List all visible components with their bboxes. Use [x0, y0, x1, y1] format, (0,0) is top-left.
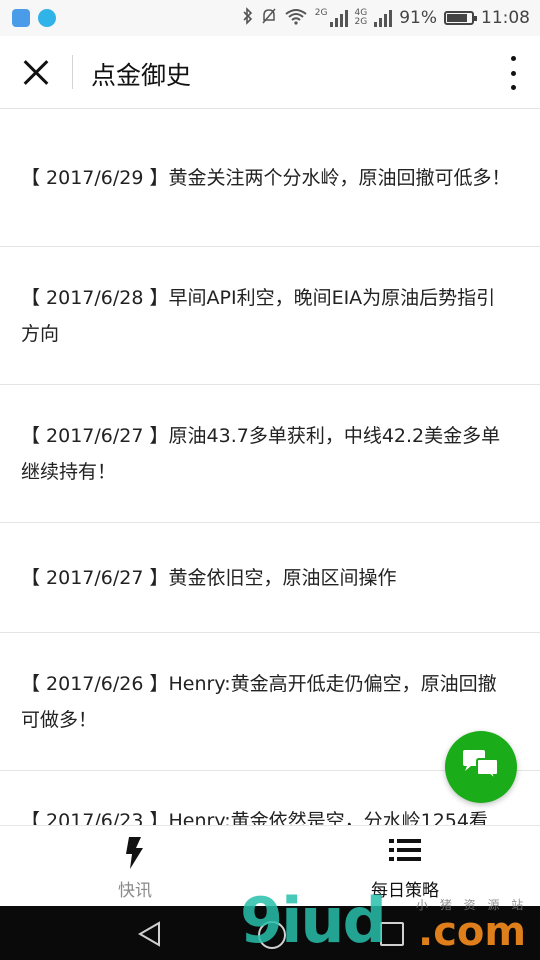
chat-bubbles-icon: [463, 750, 499, 781]
article-title: 黄金依旧空，原油区间操作: [168, 566, 397, 589]
list-item[interactable]: 【 2017/6/27 】黄金依旧空，原油区间操作: [0, 523, 540, 633]
list-item-text: 【 2017/6/29 】黄金关注两个分水岭，原油回撤可低多！: [21, 160, 511, 196]
battery-percent: 91%: [399, 8, 437, 28]
nav-home-icon[interactable]: [258, 921, 286, 949]
tab-kuaixun[interactable]: 快讯: [0, 826, 270, 907]
page-title: 点金御史: [91, 61, 192, 90]
nav-back-icon[interactable]: [137, 921, 163, 947]
wifi-icon: [284, 7, 308, 29]
article-date: 【 2017/6/29 】: [21, 166, 169, 189]
tab-label: 快讯: [118, 881, 152, 901]
list-item-text: 【 2017/6/27 】原油43.7多单获利，中线42.2美金多单继续持有！: [21, 418, 512, 490]
signal-icon-2: [374, 9, 393, 27]
status-right: 2G 4G 2G 91% 11:08: [242, 7, 530, 29]
network-type: 4G 2G: [355, 9, 368, 27]
tab-daily-strategy[interactable]: 每日策略: [270, 826, 540, 907]
chat-fab-button[interactable]: [445, 731, 517, 803]
wifi-gen-label: 2G: [314, 8, 328, 18]
system-nav-bar: [0, 906, 540, 960]
lightning-icon: [126, 837, 143, 869]
signal-icon: 2G: [315, 9, 348, 27]
nav-recent-icon[interactable]: [380, 922, 404, 946]
close-icon[interactable]: [18, 54, 54, 90]
article-list[interactable]: 【 2017/6/29 】黄金关注两个分水岭，原油回撤可低多！ 【 2017/6…: [0, 109, 540, 825]
gallery-icon: [12, 9, 30, 27]
article-title: Henry:黄金依然是空，分水岭1254看: [168, 810, 488, 825]
title-divider: [72, 55, 73, 89]
mute-icon: [261, 7, 277, 29]
list-item-text: 【 2017/6/23 】Henry:黄金依然是空，分水岭1254看: [21, 803, 488, 825]
list-item[interactable]: 【 2017/6/28 】早间API利空，晚间EIA为原油后势指引方向: [0, 247, 540, 385]
title-bar: 点金御史: [0, 36, 540, 109]
list-item-text: 【 2017/6/26 】Henry:黄金高开低走仍偏空，原油回撤可做多！: [21, 666, 512, 738]
article-date: 【 2017/6/23 】: [21, 810, 169, 825]
bottom-tab-bar: 快讯 每日策略: [0, 825, 540, 907]
more-vertical-icon[interactable]: [508, 56, 518, 90]
status-bar: 2G 4G 2G 91% 11:08: [0, 0, 540, 36]
article-date: 【 2017/6/27 】: [21, 566, 169, 589]
list-item-text: 【 2017/6/27 】黄金依旧空，原油区间操作: [21, 560, 397, 596]
list-icon: [389, 839, 421, 861]
notification-icons: [12, 9, 56, 27]
battery-icon: [444, 11, 477, 25]
list-item[interactable]: 【 2017/6/27 】原油43.7多单获利，中线42.2美金多单继续持有！: [0, 385, 540, 523]
article-date: 【 2017/6/27 】: [21, 424, 169, 447]
article-title: 黄金关注两个分水岭，原油回撤可低多！: [168, 166, 511, 189]
list-item-text: 【 2017/6/28 】早间API利空，晚间EIA为原油后势指引方向: [21, 280, 512, 352]
bluetooth-icon: [242, 7, 254, 29]
chat-notification-icon: [38, 9, 56, 27]
clock: 11:08: [481, 8, 530, 28]
article-date: 【 2017/6/28 】: [21, 286, 169, 309]
list-item[interactable]: 【 2017/6/29 】黄金关注两个分水岭，原油回撤可低多！: [0, 109, 540, 247]
tab-label: 每日策略: [371, 881, 439, 901]
network-type-bottom: 2G: [354, 17, 368, 27]
article-date: 【 2017/6/26 】: [21, 672, 169, 695]
